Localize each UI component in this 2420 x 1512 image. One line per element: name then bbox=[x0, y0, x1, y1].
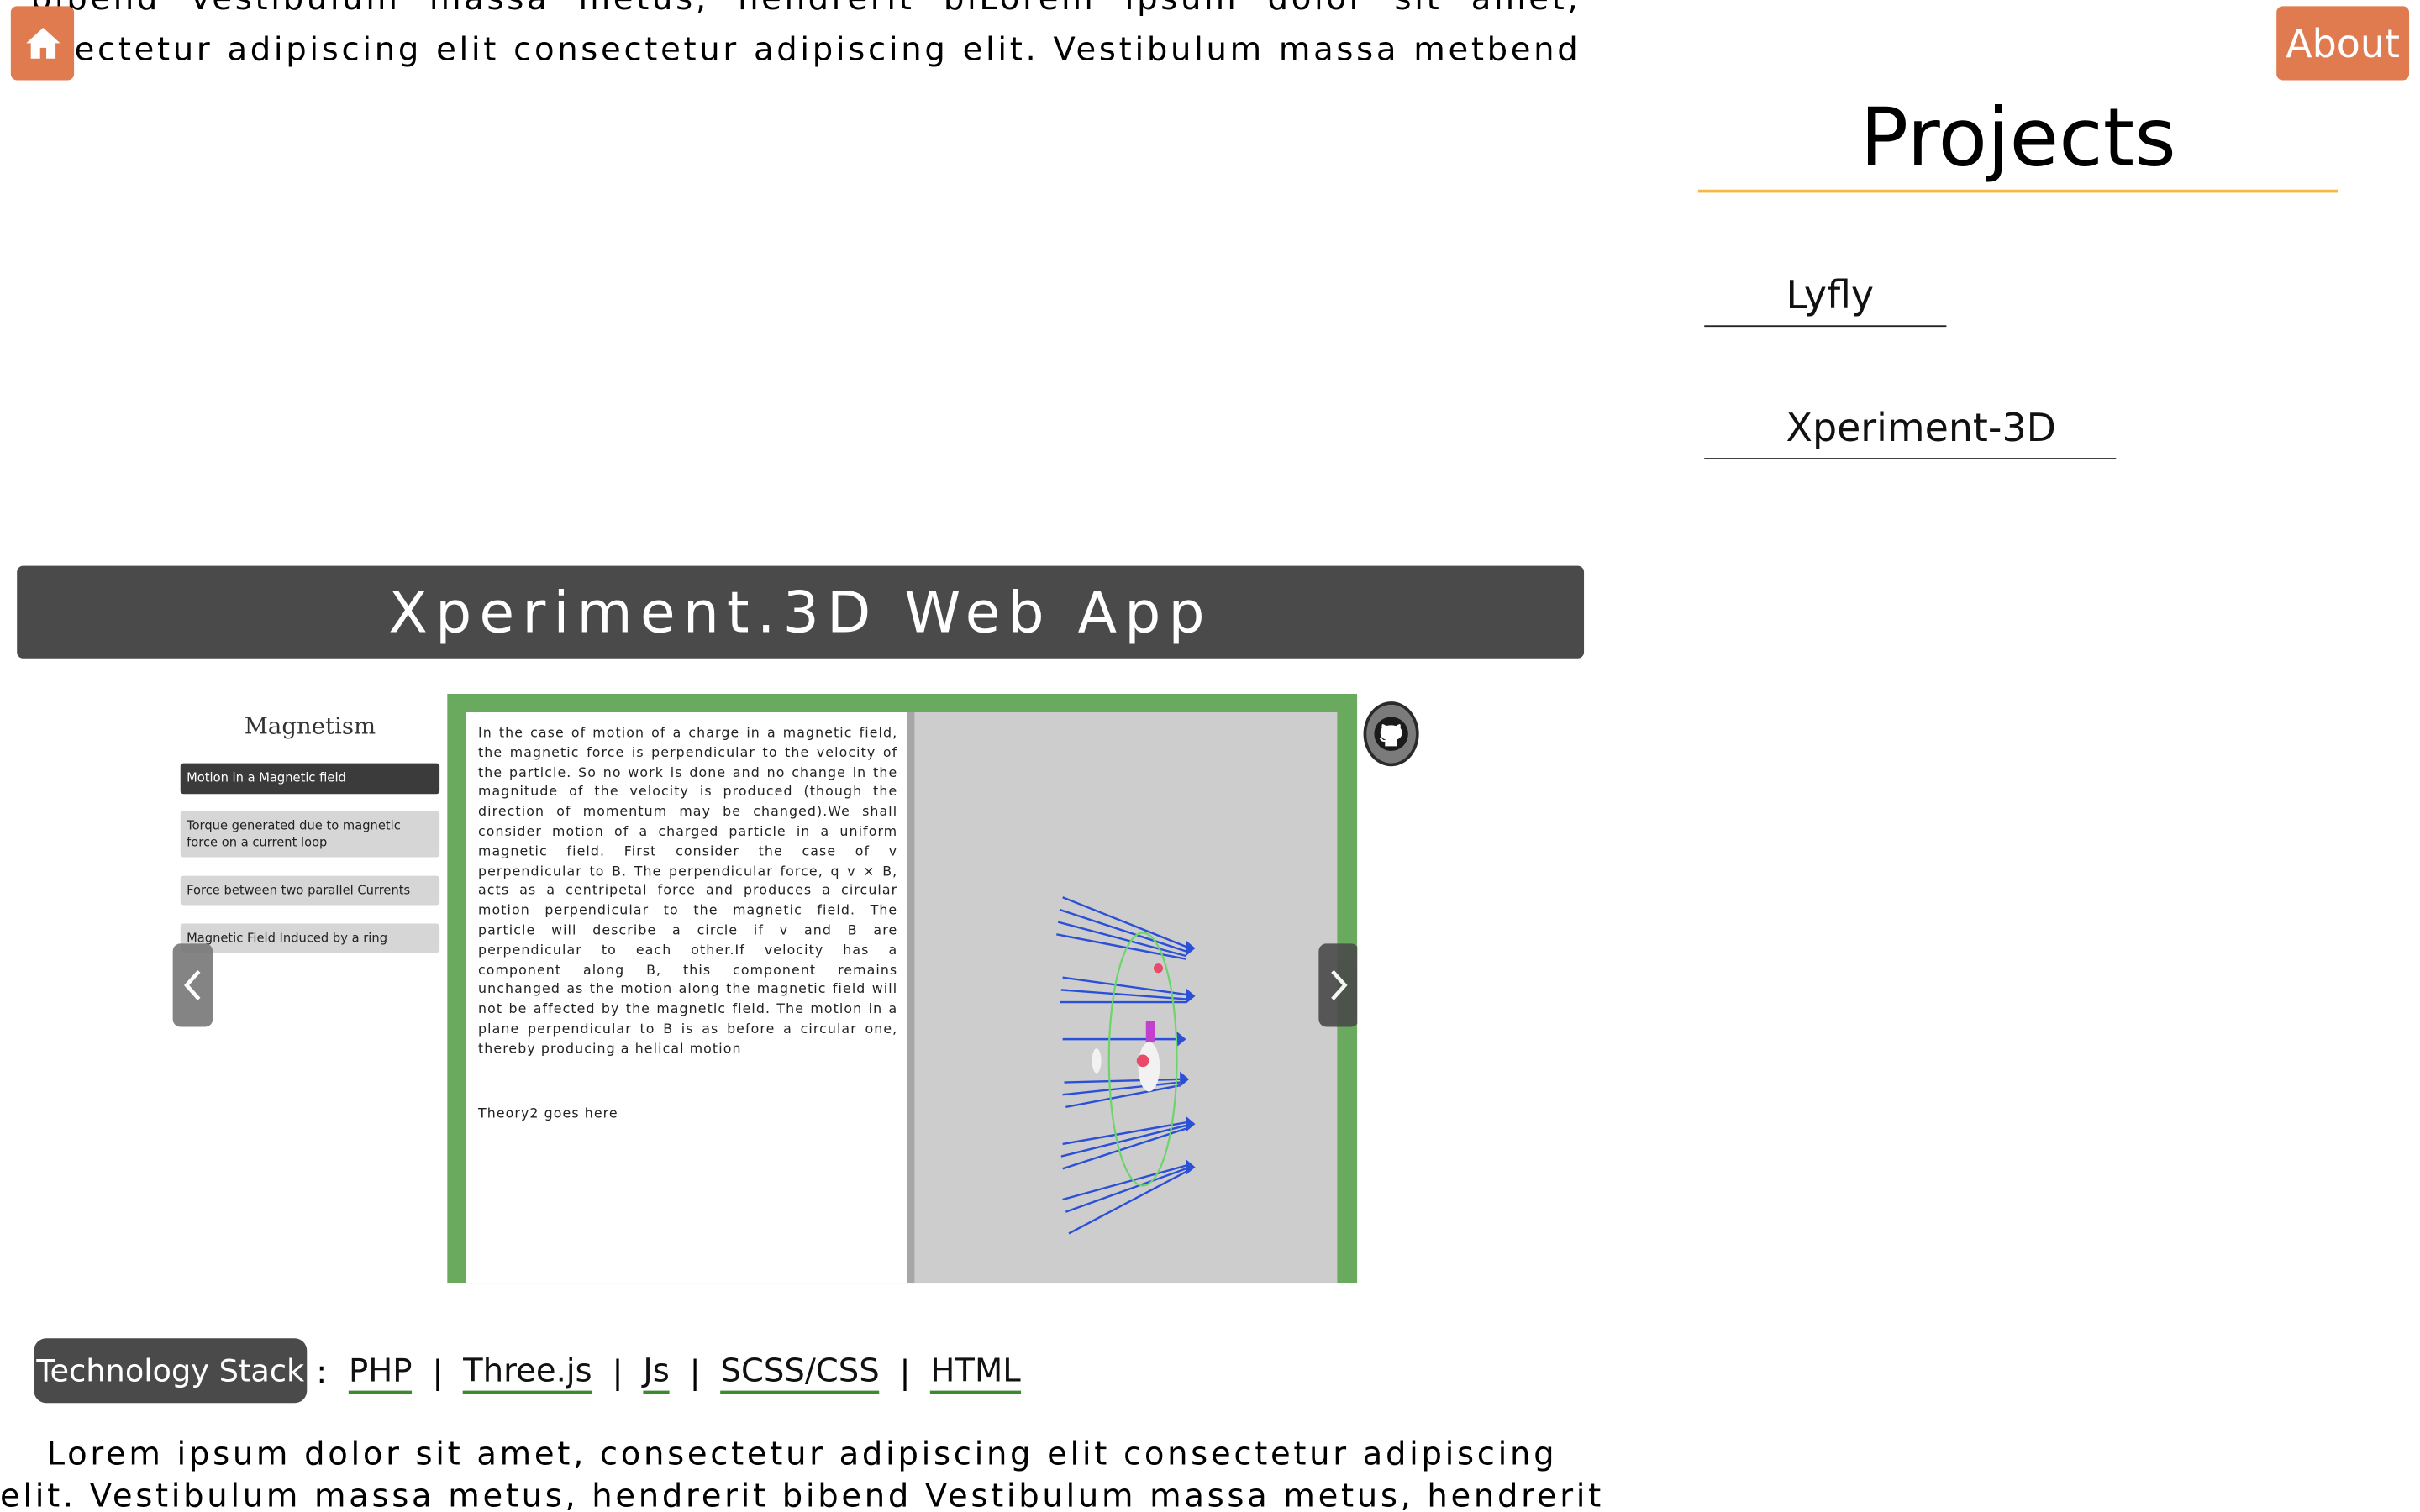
intro-line: nsectetur adipiscing elit consectetur ad… bbox=[30, 30, 1581, 68]
tech-separator: | bbox=[899, 1353, 911, 1391]
tech-link-js[interactable]: Js bbox=[643, 1352, 670, 1394]
description-line: Lorem ipsum dolor sit amet, consectetur … bbox=[46, 1435, 1558, 1473]
tech-separator: | bbox=[689, 1353, 701, 1391]
magnetic-field-visualization bbox=[1056, 896, 1196, 1235]
project-title: Xperiment.3D Web App bbox=[17, 565, 1585, 659]
sidebar-item-xperiment-3d[interactable]: Xperiment-3D bbox=[1704, 404, 2117, 459]
home-icon bbox=[25, 28, 60, 59]
home-button[interactable] bbox=[10, 6, 75, 81]
carousel-next-button[interactable] bbox=[1318, 943, 1358, 1027]
theory-text: In the case of motion of a charge in a m… bbox=[478, 726, 898, 1058]
carousel-prev-button[interactable] bbox=[172, 943, 213, 1027]
project-carousel: Magnetism Motion in a Magnetic field Tor… bbox=[172, 690, 1358, 1284]
intro-line: bibend Vestibulum massa metus, hendrerit… bbox=[31, 0, 1581, 24]
tech-separator: | bbox=[612, 1353, 623, 1391]
tech-separator: | bbox=[432, 1353, 444, 1391]
tech-colon: : bbox=[316, 1353, 328, 1391]
technology-list: : PHP | Three.js | Js | SCSS/CSS | HTML bbox=[316, 1341, 1021, 1403]
project-description: Lorem ipsum dolor sit amet, consectetur … bbox=[0, 1434, 1604, 1511]
about-button[interactable]: About bbox=[2276, 6, 2410, 81]
tech-link-php[interactable]: PHP bbox=[348, 1352, 413, 1394]
tech-link-scss-css[interactable]: SCSS/CSS bbox=[720, 1352, 880, 1394]
topic-item: Magnetic Field Induced by a ring bbox=[180, 923, 440, 953]
theory-panel: In the case of motion of a charge in a m… bbox=[466, 712, 915, 1284]
github-icon bbox=[1374, 717, 1408, 751]
tech-link-html[interactable]: HTML bbox=[930, 1352, 1021, 1394]
technology-stack-label: Technology Stack bbox=[34, 1338, 308, 1404]
chevron-right-icon bbox=[1331, 969, 1348, 1000]
topic-item: Motion in a Magnetic field bbox=[180, 763, 440, 795]
projects-heading: Projects bbox=[1860, 92, 2176, 186]
chevron-left-icon bbox=[184, 969, 201, 1000]
simulation-view bbox=[914, 712, 1338, 1284]
topic-panel-title: Magnetism bbox=[244, 712, 376, 741]
screenshot-frame: In the case of motion of a charge in a m… bbox=[447, 693, 1358, 1284]
intro-text: bibend Vestibulum massa metus, hendrerit… bbox=[31, 0, 1581, 76]
description-line: elit. Vestibulum massa metus, hendrerit … bbox=[0, 1477, 1604, 1511]
topic-item: Force between two parallel Currents bbox=[180, 875, 440, 906]
topic-item: Torque generated due to magnetic force o… bbox=[180, 811, 440, 858]
sidebar-item-lyfly[interactable]: Lyfly bbox=[1704, 271, 1947, 328]
topic-panel: Magnetism Motion in a Magnetic field Tor… bbox=[172, 690, 448, 1284]
github-link[interactable] bbox=[1363, 701, 1419, 767]
projects-divider bbox=[1697, 189, 2338, 193]
theory2-text: Theory2 goes here bbox=[478, 1106, 618, 1123]
tech-link-threejs[interactable]: Three.js bbox=[463, 1352, 592, 1394]
